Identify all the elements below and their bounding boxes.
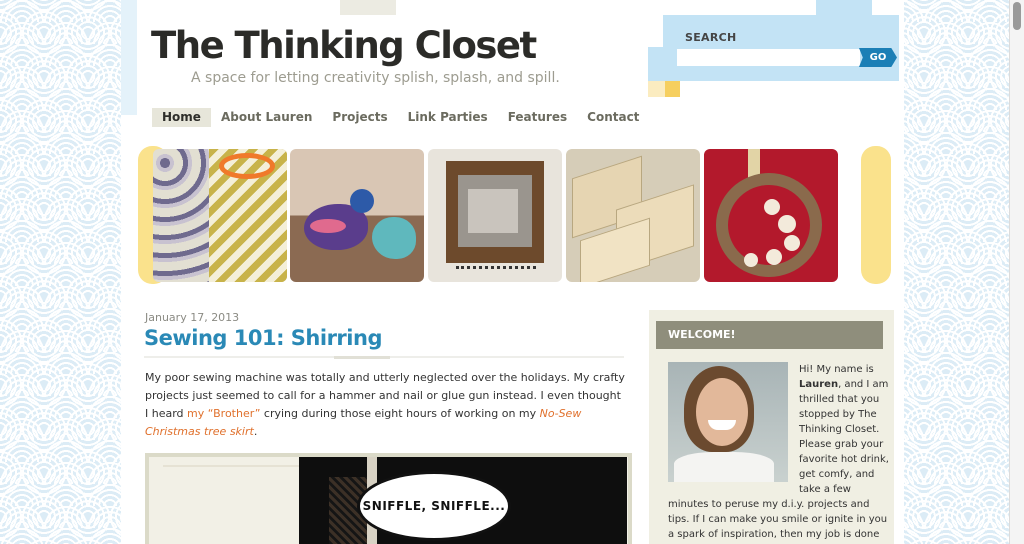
nav-item-link-parties[interactable]: Link Parties: [398, 108, 498, 127]
decorative-block: [816, 0, 872, 15]
page-container: The Thinking Closet A space for letting …: [121, 0, 904, 544]
post-text: .: [253, 425, 258, 438]
post-date: January 17, 2013: [145, 311, 240, 324]
welcome-header: WELCOME!: [656, 321, 883, 349]
header-banner[interactable]: [138, 146, 891, 284]
site-tagline: A space for letting creativity splish, s…: [191, 70, 560, 86]
speech-bubble: SNIFFLE, SNIFFLE...: [357, 471, 511, 541]
decorative-block: [648, 81, 665, 97]
nav-item-features[interactable]: Features: [498, 108, 577, 127]
author-photo: [668, 362, 788, 482]
scrollbar-thumb[interactable]: [1013, 2, 1021, 30]
brother-link[interactable]: my “Brother”: [187, 407, 260, 420]
main-nav: Home About Lauren Projects Link Parties …: [152, 108, 649, 127]
rustic-frame-with-hooks-photo: [428, 149, 562, 282]
owl-fabric-and-scissors-photo: [153, 149, 287, 282]
nav-item-about-lauren[interactable]: About Lauren: [211, 108, 322, 127]
welcome-intro: Hi! My name is Lauren, and I am thrilled…: [799, 362, 891, 497]
fabric-birds-photo: [290, 149, 424, 282]
search-go-button[interactable]: GO: [859, 48, 897, 67]
banner-scallop-right: [861, 146, 891, 284]
page-scrollbar[interactable]: [1009, 0, 1024, 544]
nav-item-projects[interactable]: Projects: [322, 108, 397, 127]
author-name: Lauren: [799, 379, 839, 390]
decorative-block: [340, 0, 396, 15]
intro-text: , and I am thrilled that you stopped by …: [799, 379, 889, 495]
search-input[interactable]: [677, 49, 860, 66]
site-title[interactable]: The Thinking Closet: [151, 24, 537, 67]
post-text: crying during those eight hours of worki…: [260, 407, 540, 420]
post-title[interactable]: Sewing 101: Shirring: [144, 326, 382, 350]
nav-item-home[interactable]: Home: [152, 108, 211, 127]
post-divider-accent: [334, 356, 390, 359]
post-image[interactable]: SNIFFLE, SNIFFLE...: [145, 453, 632, 544]
sidebar: WELCOME! Hi! My name is Lauren, and I am…: [649, 310, 894, 544]
search-label: SEARCH: [685, 31, 737, 44]
decorative-block: [121, 0, 137, 115]
post-body: My poor sewing machine was totally and u…: [145, 369, 625, 441]
search-widget: SEARCH GO: [663, 15, 899, 81]
nav-item-contact[interactable]: Contact: [577, 108, 649, 127]
decorative-block: [665, 81, 680, 97]
wood-panels-photo: [566, 149, 700, 282]
intro-text: Hi! My name is: [799, 364, 874, 375]
welcome-intro-continued: minutes to peruse my d.i.y. projects and…: [668, 499, 888, 540]
felt-flower-wreath-photo: [704, 149, 838, 282]
